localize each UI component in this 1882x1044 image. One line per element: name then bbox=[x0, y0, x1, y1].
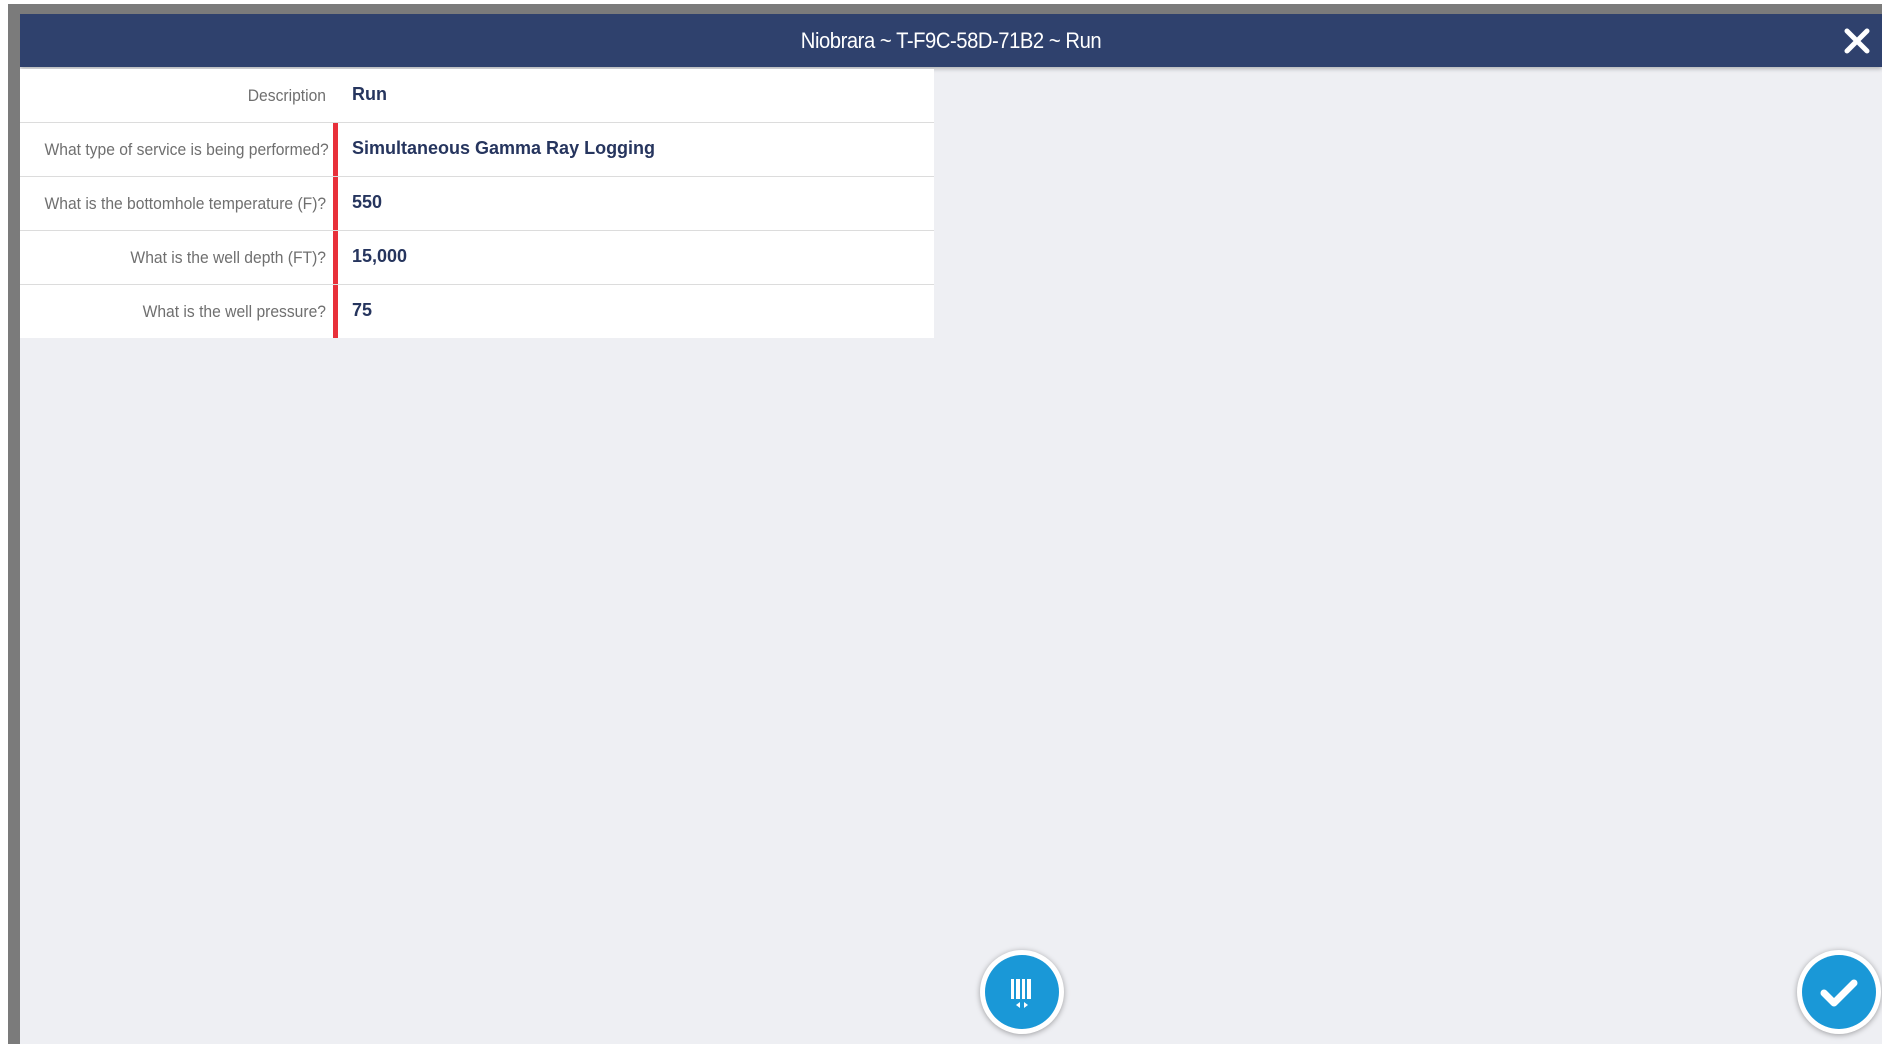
close-icon bbox=[1844, 28, 1870, 54]
service-type-value: Simultaneous Gamma Ray Logging bbox=[352, 138, 656, 158]
bottomhole-temperature-field[interactable] bbox=[342, 177, 932, 230]
close-button[interactable] bbox=[1840, 24, 1874, 58]
barcode-scan-icon bbox=[1011, 979, 1031, 1008]
run-details-form: Description Run What type of service is … bbox=[20, 69, 934, 338]
well-pressure-label: What is the well pressure? bbox=[142, 302, 326, 321]
description-value: Run bbox=[352, 84, 387, 104]
form-row-description: Description Run bbox=[20, 69, 934, 123]
confirm-button[interactable] bbox=[1797, 950, 1881, 1034]
form-row-well-pressure: What is the well pressure? 75 bbox=[20, 285, 934, 338]
required-marker bbox=[333, 285, 338, 338]
well-pressure-value: 75 bbox=[352, 300, 373, 320]
form-row-service-type: What type of service is being performed?… bbox=[20, 123, 934, 177]
well-depth-value: 15,000 bbox=[352, 246, 408, 266]
modal-title: Niobrara ~ T-F9C-58D-71B2 ~ Run bbox=[800, 28, 1102, 53]
form-row-well-depth: What is the well depth (FT)? 15,000 bbox=[20, 231, 934, 285]
run-details-modal: Niobrara ~ T-F9C-58D-71B2 ~ Run Descript… bbox=[20, 14, 1882, 1044]
checkmark-icon bbox=[1820, 979, 1858, 1007]
bottomhole-temperature-value: 550 bbox=[352, 192, 383, 212]
well-pressure-field[interactable] bbox=[342, 285, 932, 338]
description-field[interactable] bbox=[342, 69, 932, 122]
well-depth-field[interactable] bbox=[342, 231, 932, 284]
service-type-label: What type of service is being performed? bbox=[44, 140, 329, 159]
well-depth-label: What is the well depth (FT)? bbox=[130, 248, 326, 267]
required-marker bbox=[333, 177, 338, 230]
required-marker bbox=[333, 231, 338, 284]
form-row-bottomhole-temperature: What is the bottomhole temperature (F)? … bbox=[20, 177, 934, 231]
required-marker bbox=[333, 123, 338, 176]
description-label: Description bbox=[247, 86, 326, 105]
bottomhole-temperature-label: What is the bottomhole temperature (F)? bbox=[44, 194, 327, 213]
barcode-scan-button[interactable] bbox=[980, 950, 1064, 1034]
modal-titlebar: Niobrara ~ T-F9C-58D-71B2 ~ Run bbox=[20, 14, 1882, 67]
